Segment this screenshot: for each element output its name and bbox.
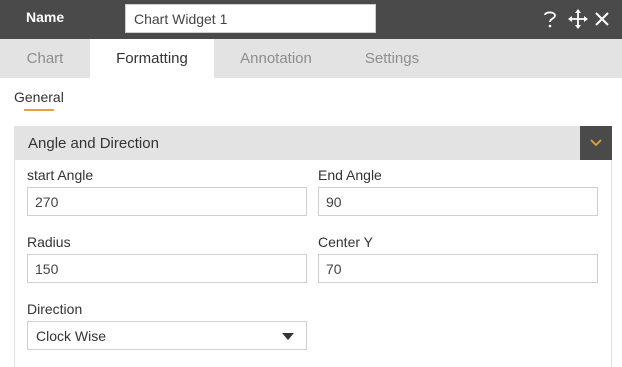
tab-formatting[interactable]: Formatting — [90, 39, 214, 78]
direction-label: Direction — [27, 301, 83, 317]
center-y-input[interactable] — [318, 254, 598, 283]
radius-input[interactable] — [27, 254, 307, 283]
close-icon[interactable] — [591, 8, 613, 30]
name-label: Name — [26, 9, 65, 25]
tab-settings[interactable]: Settings — [338, 39, 446, 78]
chevron-down-icon[interactable] — [580, 126, 612, 160]
subtab-active-indicator — [24, 109, 54, 111]
move-icon[interactable] — [567, 8, 589, 30]
center-y-label: Center Y — [318, 234, 373, 250]
start-angle-label: start Angle — [27, 167, 94, 183]
caret-down-icon — [282, 333, 294, 340]
window-header: Name — [0, 0, 622, 39]
tab-bar: Chart Formatting Annotation Settings — [0, 39, 622, 78]
subtab-general[interactable]: General — [14, 89, 64, 105]
tab-annotation[interactable]: Annotation — [214, 39, 338, 78]
section-title: Angle and Direction — [28, 135, 159, 152]
end-angle-input[interactable] — [318, 187, 598, 216]
radius-label: Radius — [27, 234, 71, 250]
direction-select[interactable]: Clock Wise — [27, 321, 307, 350]
tab-chart[interactable]: Chart — [0, 39, 90, 78]
widget-name-input[interactable] — [125, 4, 376, 33]
direction-selected-value: Clock Wise — [36, 328, 107, 344]
end-angle-label: End Angle — [318, 167, 382, 183]
question-icon[interactable] — [539, 8, 561, 30]
start-angle-input[interactable] — [27, 187, 307, 216]
section-header[interactable]: Angle and Direction — [14, 126, 612, 160]
